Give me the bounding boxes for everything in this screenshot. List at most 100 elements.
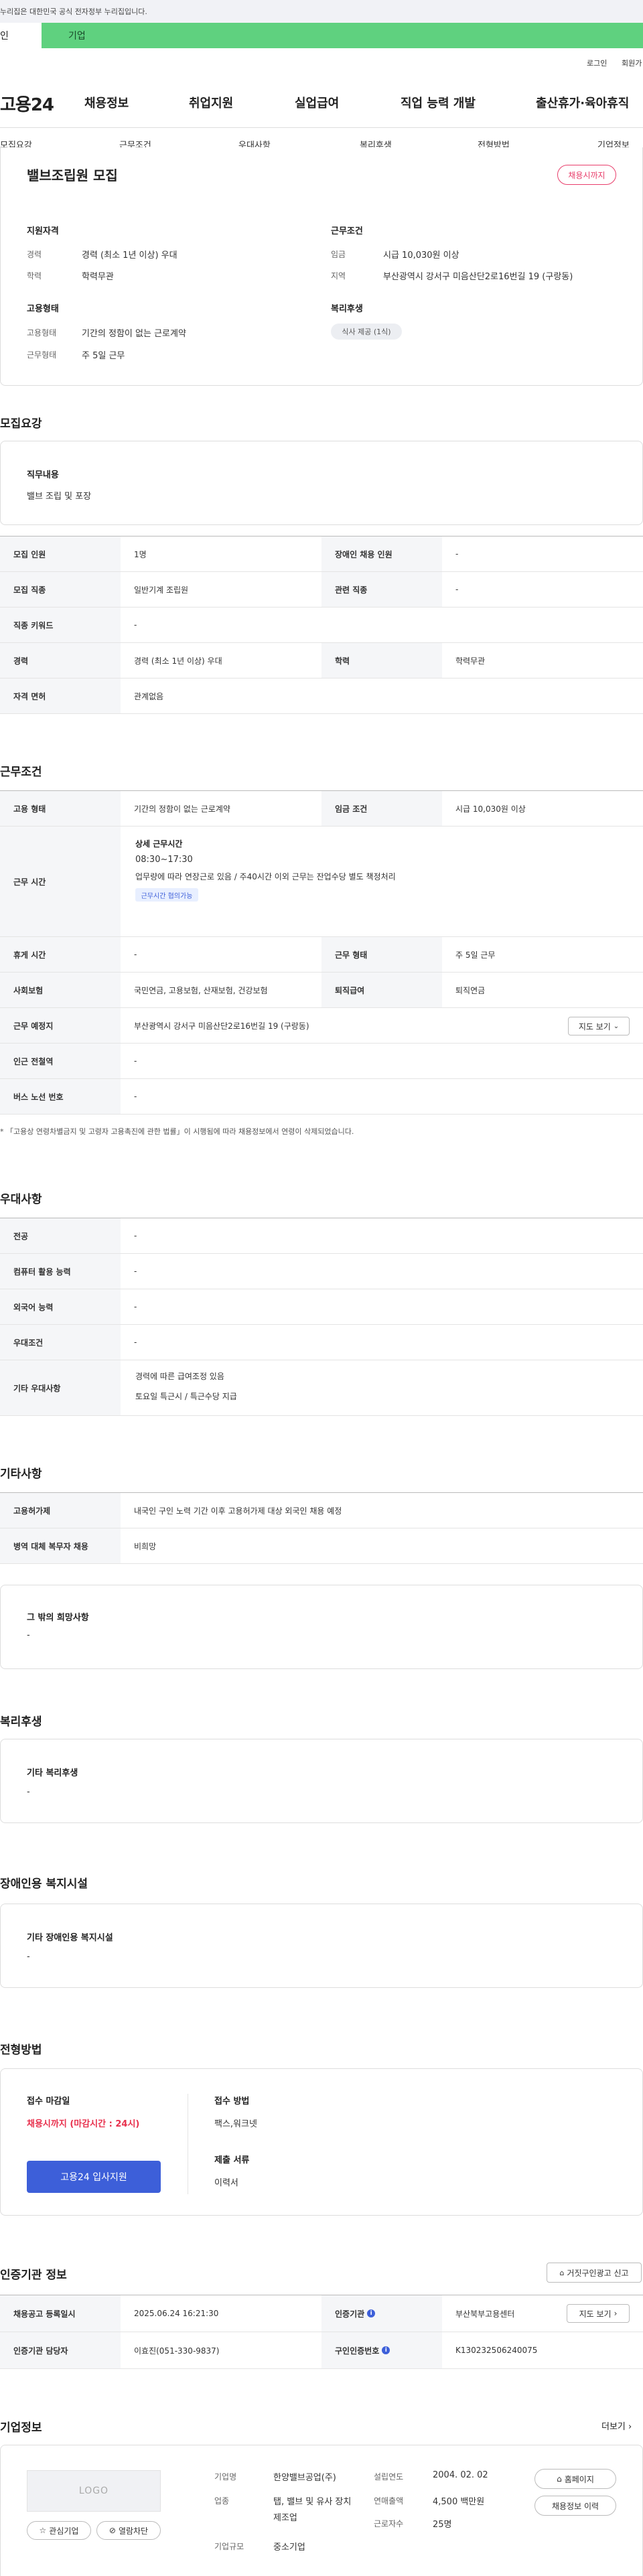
section-title-pref: 우대사항	[0, 1193, 42, 1206]
selection-card	[0, 2068, 643, 2216]
company-more-link[interactable]: 더보기 ›	[601, 2419, 632, 2432]
table-cell: -	[134, 1338, 137, 1347]
section-title-etc: 기타사항	[0, 1468, 42, 1481]
agency-map-button[interactable]: 지도 보기 ›	[567, 2304, 630, 2323]
table-header: 컴퓨터 활용 능력	[0, 1254, 121, 1289]
table-header: 직종 키워드	[0, 607, 121, 642]
chevron-right-icon: ›	[628, 2422, 632, 2432]
company-industry-value: 탭, 밸브 및 유사 장치 제조업	[273, 2497, 352, 2523]
site-logo[interactable]: 고용24	[0, 91, 54, 116]
tab-company[interactable]: 기업	[42, 23, 643, 48]
login-link[interactable]: 로그인	[587, 58, 607, 68]
section-title-selection: 전형방법	[0, 2044, 42, 2057]
table-header: 기타 우대사항	[0, 1360, 121, 1415]
pref-other-line: 경력에 따른 급여조정 있음	[135, 1372, 224, 1381]
map-view-button[interactable]: 지도 보기 ⌄	[568, 1017, 630, 1035]
table-cell: -	[134, 950, 137, 959]
row-divider	[0, 1114, 643, 1115]
table-cell: 1명	[134, 549, 147, 559]
row-divider	[0, 713, 643, 714]
table-header: 휴게 시간	[0, 937, 121, 972]
gnb-item-skills-training[interactable]: 직업 능력 개발	[401, 94, 476, 111]
company-size-value: 중소기업	[273, 2543, 305, 2553]
table-header: 채용공고 등록일시	[0, 2295, 121, 2332]
company-founded-value: 2004. 02. 02	[433, 2470, 488, 2480]
company-logo-placeholder: LOGO	[27, 2470, 161, 2512]
table-header: 우대조건	[0, 1325, 121, 1360]
hours-negotiable-tag: 근무시간 협의가능	[135, 888, 198, 902]
qual-label: 학력	[27, 271, 42, 281]
job-title: 밸브조립원 모집	[27, 167, 118, 184]
table-cell: 부산북부고용센터	[455, 2309, 515, 2319]
section-title-disability: 장애인용 복지시설	[0, 1877, 88, 1891]
star-icon: ☆	[39, 2526, 47, 2535]
cond-value: 부산광역시 강서구 미음산단2로16번길 19 (구랑동)	[383, 272, 573, 282]
company-industry-label: 업종	[214, 2496, 230, 2506]
disability-value: -	[27, 1952, 30, 1962]
job-history-button[interactable]: 채용정보 이력	[534, 2496, 616, 2516]
table-header: 근무 예정지	[0, 1008, 121, 1043]
table-cell: 관계없음	[134, 691, 164, 701]
apply-button[interactable]: 고용24 입사지원	[27, 2161, 161, 2193]
company-name-value: 한양밸브공업(주)	[273, 2473, 336, 2483]
divider	[0, 127, 643, 128]
table-cell: -	[134, 1092, 137, 1101]
etc-other-value: -	[27, 1630, 30, 1640]
status-badge: 채용시까지	[557, 165, 616, 185]
welfare-tag: 식사 제공 (1식)	[331, 324, 402, 340]
table-header: 외국어 능력	[0, 1289, 121, 1324]
interest-company-button[interactable]: ☆ 관심기업	[27, 2521, 91, 2540]
table-header: 근무 형태	[322, 937, 442, 972]
gnb-item-parental-leave[interactable]: 출산휴가·육아휴직	[536, 94, 629, 111]
table-cell: 경력 (최소 1년 이상) 우대	[134, 656, 222, 666]
table-cell: 2025.06.24 16:21:30	[134, 2309, 219, 2318]
disability-card	[0, 1904, 643, 1988]
table-cell: 시급 10,030원 이상	[455, 804, 526, 814]
report-false-ad-button[interactable]: ⌂ 거짓구인광고 신고	[547, 2263, 642, 2283]
block-view-button[interactable]: ⊘ 열람차단	[96, 2521, 161, 2540]
table-cell: 부산광역시 강서구 미음산단2로16번길 19 (구랑동)	[134, 1021, 309, 1031]
gov-notice-bar: 누리집은 대한민국 공식 전자정부 누리집입니다.	[0, 0, 643, 23]
cond-label: 임금	[331, 250, 346, 259]
hours-note: 업무량에 따라 연장근로 있음 / 주40시간 이외 근무는 잔업수당 별도 책…	[135, 872, 396, 881]
section-title-work: 근무조건	[0, 766, 42, 779]
table-cell: -	[134, 1302, 137, 1311]
info-icon[interactable]: i	[367, 2309, 376, 2317]
home-icon: ⌂	[557, 2474, 562, 2484]
deadline-label: 접수 마감일	[27, 2096, 70, 2106]
table-cell: 국민연금, 고용보험, 산재보험, 건강보험	[134, 985, 268, 995]
table-cell: 일반기계 조립원	[134, 585, 189, 595]
gnb-item-jobs[interactable]: 채용정보	[84, 94, 129, 111]
info-icon[interactable]: i	[382, 2346, 390, 2354]
benefit-value: -	[27, 1787, 30, 1797]
deadline-value: 채용시까지 (마감시간 : 24시)	[27, 2119, 140, 2129]
benefit-label: 기타 복리후생	[27, 1768, 78, 1778]
cond-label: 지역	[331, 271, 346, 281]
section-title-company: 기업정보	[0, 2421, 42, 2435]
table-header: 인증기관 i	[322, 2295, 442, 2332]
home-icon: ⌂	[559, 2268, 565, 2277]
gnb-item-employment-support[interactable]: 취업지원	[189, 94, 233, 111]
row-divider	[0, 1563, 643, 1564]
table-header: 임금 조건	[322, 791, 442, 826]
gov-notice-text: 누리집은 대한민국 공식 전자정부 누리집입니다.	[0, 7, 147, 16]
table-cell: K130232506240075	[455, 2346, 538, 2355]
table-header: 관련 직종	[322, 572, 442, 607]
table-cell: 비희망	[134, 1541, 157, 1551]
table-header: 구인인증번호 i	[322, 2332, 442, 2368]
gnb-item-unemployment-benefit[interactable]: 실업급여	[295, 94, 339, 111]
docs-value: 이력서	[214, 2178, 238, 2188]
table-cell: 퇴직연금	[455, 985, 486, 995]
method-label: 접수 방법	[214, 2096, 250, 2106]
homepage-button[interactable]: ⌂ 홈페이지	[534, 2469, 616, 2489]
table-header: 모집 직종	[0, 572, 121, 607]
table-cell: -	[455, 585, 459, 594]
table-cell: -	[455, 549, 459, 559]
hours-title: 상세 근무시간	[135, 839, 183, 849]
block-icon: ⊘	[109, 2526, 116, 2535]
table-header: 학력	[322, 643, 442, 678]
duty-value: 밸브 조립 및 포장	[27, 492, 92, 502]
table-cell: 이효진(051-330-9837)	[134, 2346, 220, 2356]
tab-personal[interactable]: 인	[0, 23, 42, 48]
join-link[interactable]: 회원가	[622, 58, 642, 68]
